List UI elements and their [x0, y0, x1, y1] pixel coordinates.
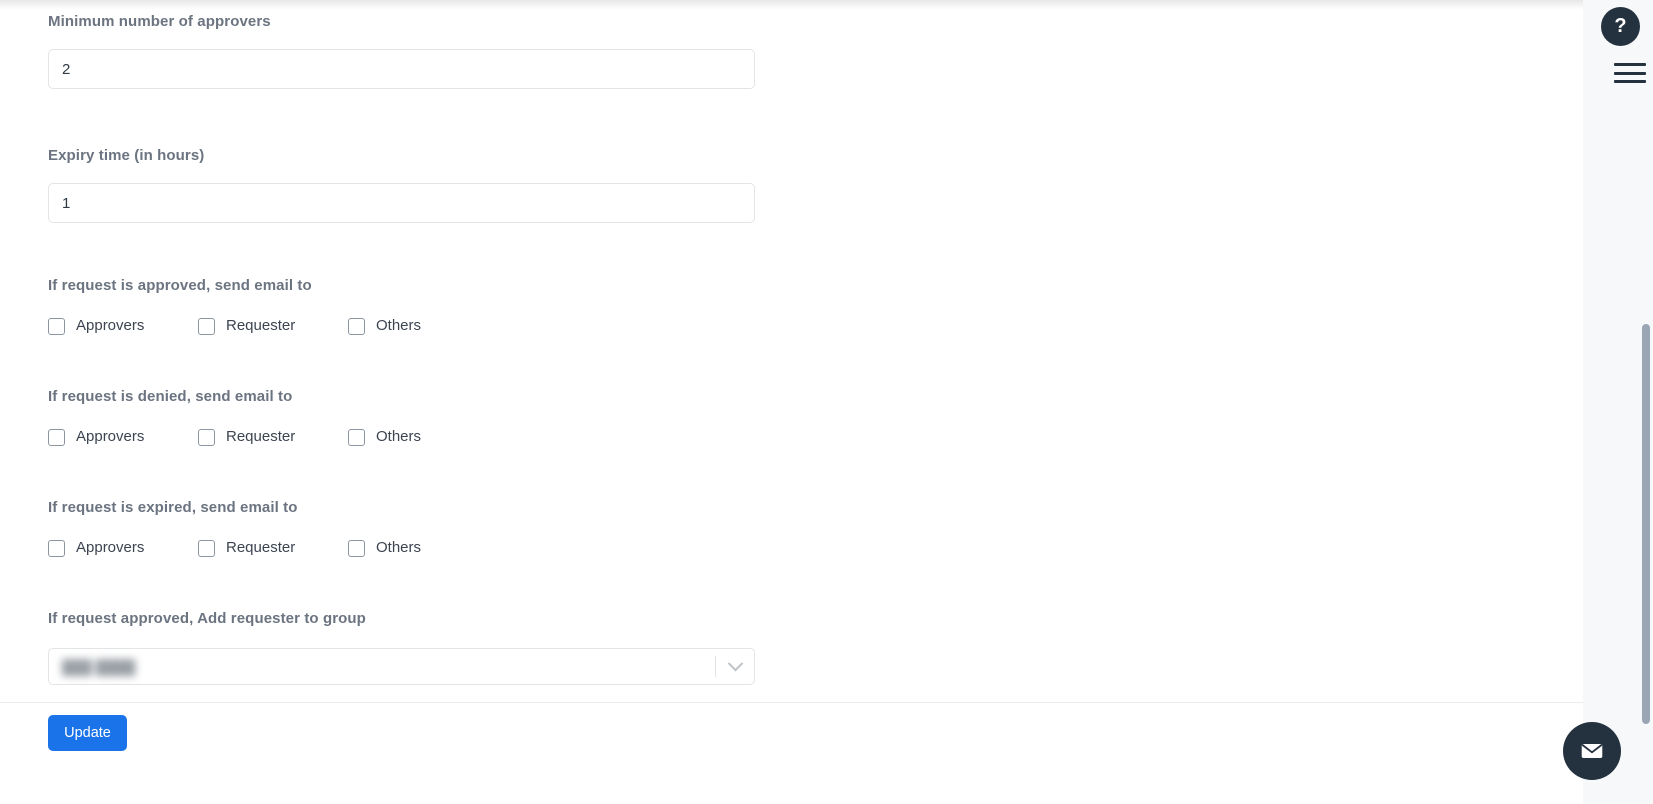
- checkbox-box-icon[interactable]: [198, 428, 215, 446]
- checkbox-box-icon[interactable]: [198, 539, 215, 557]
- checkbox-expired-others[interactable]: Others: [348, 539, 498, 557]
- checkbox-box-icon[interactable]: [48, 317, 65, 335]
- checkbox-label: Requester: [226, 428, 296, 445]
- checkbox-label: Others: [376, 428, 422, 445]
- checkbox-expired-requester[interactable]: Requester: [198, 539, 348, 557]
- envelope-icon[interactable]: [1563, 722, 1621, 780]
- approval-settings-form: Minimum number of approvers 2 Expiry tim…: [0, 0, 1583, 702]
- section-label-denied: If request is denied, send email to: [48, 388, 293, 405]
- section-email-on-approved: If request is approved, send email to Ap…: [48, 276, 498, 335]
- checkbox-label: Approvers: [76, 428, 145, 445]
- checkbox-label: Others: [376, 317, 422, 334]
- field-add-requester-to-group: If request approved, Add requester to gr…: [48, 609, 755, 685]
- checkbox-box-icon[interactable]: [48, 539, 65, 557]
- checkbox-denied-others[interactable]: Others: [348, 428, 498, 446]
- expiry-time-value: 1: [62, 194, 71, 212]
- min-approvers-value: 2: [62, 60, 71, 78]
- right-rail: [1583, 0, 1645, 804]
- update-button[interactable]: Update: [48, 715, 127, 751]
- section-label-expired: If request is expired, send email to: [48, 499, 298, 516]
- checkbox-row-expired: Approvers Requester Others: [48, 539, 498, 557]
- checkbox-approved-others[interactable]: Others: [348, 317, 498, 335]
- field-label-min-approvers: Minimum number of approvers: [48, 13, 271, 30]
- checkbox-label: Approvers: [76, 317, 145, 334]
- min-approvers-input[interactable]: 2: [48, 49, 755, 89]
- field-label-expiry-time: Expiry time (in hours): [48, 147, 205, 164]
- settings-form-panel: Minimum number of approvers 2 Expiry tim…: [0, 0, 1583, 804]
- checkbox-box-icon[interactable]: [48, 428, 65, 446]
- section-email-on-denied: If request is denied, send email to Appr…: [48, 387, 498, 446]
- checkbox-row-approved: Approvers Requester Others: [48, 317, 498, 335]
- expiry-time-input[interactable]: 1: [48, 183, 755, 223]
- field-min-approvers: Minimum number of approvers 2: [48, 12, 755, 89]
- checkbox-label: Others: [376, 539, 422, 556]
- help-icon[interactable]: ?: [1601, 7, 1640, 46]
- checkbox-label: Approvers: [76, 539, 145, 556]
- checkbox-expired-approvers[interactable]: Approvers: [48, 539, 198, 557]
- checkbox-box-icon[interactable]: [348, 428, 365, 446]
- scrollbar-thumb[interactable]: [1642, 324, 1650, 724]
- field-label-add-requester-to-group: If request approved, Add requester to gr…: [48, 610, 366, 627]
- checkbox-approved-requester[interactable]: Requester: [198, 317, 348, 335]
- vertical-scrollbar[interactable]: [1639, 0, 1653, 804]
- section-label-approved: If request is approved, send email to: [48, 277, 312, 294]
- checkbox-denied-approvers[interactable]: Approvers: [48, 428, 198, 446]
- checkbox-denied-requester[interactable]: Requester: [198, 428, 348, 446]
- hamburger-menu-icon[interactable]: [1614, 60, 1646, 86]
- checkbox-box-icon[interactable]: [348, 539, 365, 557]
- checkbox-box-icon[interactable]: [198, 317, 215, 335]
- checkbox-approved-approvers[interactable]: Approvers: [48, 317, 198, 335]
- form-footer: Update: [0, 702, 1583, 804]
- chevron-down-icon[interactable]: [716, 649, 754, 684]
- field-expiry-time: Expiry time (in hours) 1: [48, 146, 755, 223]
- group-select[interactable]: ███ ████: [48, 648, 755, 685]
- checkbox-box-icon[interactable]: [348, 317, 365, 335]
- section-email-on-expired: If request is expired, send email to App…: [48, 498, 498, 557]
- checkbox-label: Requester: [226, 539, 296, 556]
- checkbox-label: Requester: [226, 317, 296, 334]
- checkbox-row-denied: Approvers Requester Others: [48, 428, 498, 446]
- group-select-value: ███ ████: [62, 658, 136, 675]
